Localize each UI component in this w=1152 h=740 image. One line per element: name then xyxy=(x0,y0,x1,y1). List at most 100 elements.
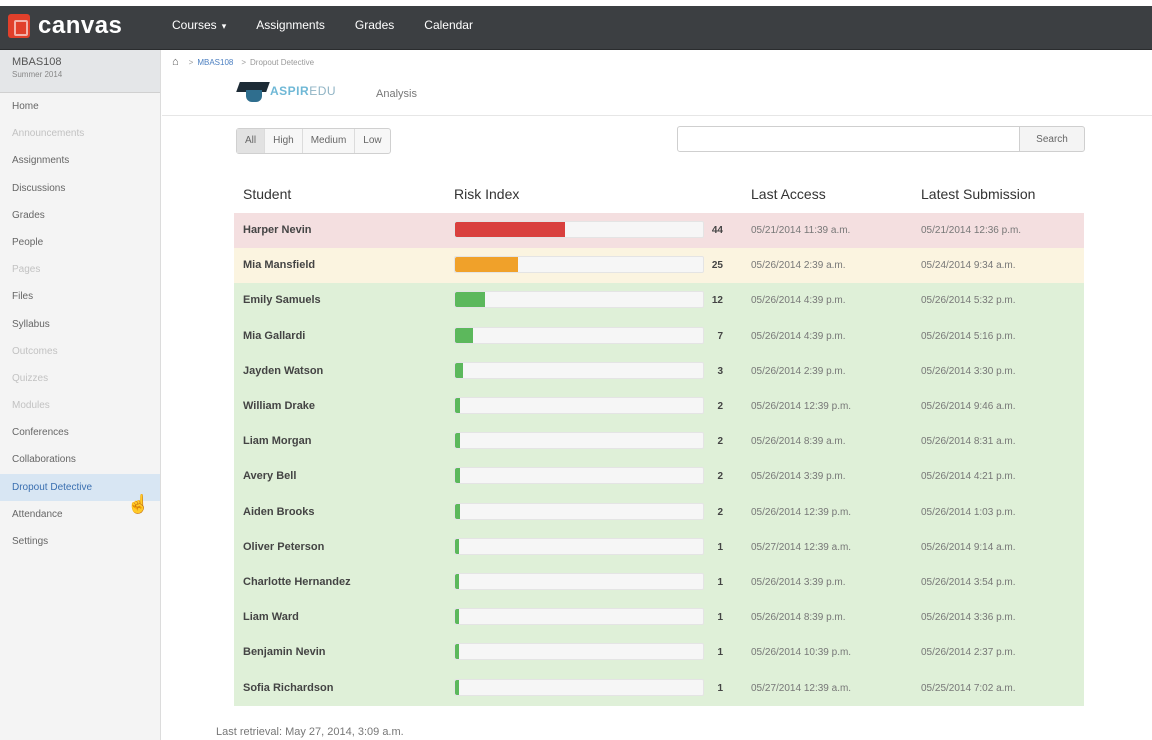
table-row[interactable]: Charlotte Hernandez 1 05/26/2014 3:39 p.m.… xyxy=(234,565,1084,601)
student-name: Mia Mansfield xyxy=(243,259,316,272)
risk-bar xyxy=(454,608,704,626)
column-header-risk-index[interactable]: Risk Index xyxy=(454,186,519,202)
student-name: William Drake xyxy=(243,400,316,412)
nav-courses[interactable]: Courses ▾ xyxy=(172,18,226,32)
risk-bar xyxy=(454,397,704,414)
sidebar-item-collaborations[interactable]: Collaborations xyxy=(0,446,160,473)
breadcrumb-current: Dropout Detective xyxy=(250,57,315,67)
table-row[interactable]: Benjamin Nevin 1 05/26/2014 10:39 p.m. 05/2… xyxy=(234,635,1084,671)
filter-all-button[interactable]: All xyxy=(237,129,266,153)
latest-submission: 05/26/2014 8:31 a.m. xyxy=(921,436,1016,448)
global-nav: Courses ▾ Assignments Grades Calendar xyxy=(172,18,503,32)
risk-bar-fill xyxy=(455,609,459,625)
risk-bar-fill xyxy=(455,503,460,519)
sidebar-item-discussions[interactable]: Discussions xyxy=(0,175,160,202)
risk-score: 7 xyxy=(717,330,723,342)
sidebar-item-syllabus[interactable]: Syllabus xyxy=(0,311,160,338)
sidebar-item-home[interactable]: Home xyxy=(0,93,160,120)
student-name: Oliver Peterson xyxy=(243,540,325,553)
sidebar-item-pages[interactable]: Pages xyxy=(0,256,160,283)
search-input[interactable] xyxy=(677,126,1020,152)
risk-score: 1 xyxy=(717,577,723,588)
risk-bar-fill xyxy=(455,292,485,308)
risk-score: 1 xyxy=(717,612,723,624)
last-access: 05/26/2014 10:39 p.m. xyxy=(751,647,852,659)
last-access: 05/26/2014 8:39 a.m. xyxy=(751,436,846,448)
table-row[interactable]: Mia Gallardi 7 05/26/2014 4:39 p.m. 05/26/2… xyxy=(234,318,1084,354)
column-header-student[interactable]: Student xyxy=(243,186,291,202)
latest-submission: 05/26/2014 9:46 a.m. xyxy=(921,401,1016,412)
risk-bar xyxy=(454,502,704,520)
nav-grades[interactable]: Grades xyxy=(355,18,394,32)
student-name: Liam Morgan xyxy=(243,435,312,448)
table-row[interactable]: Liam Morgan 2 05/26/2014 8:39 a.m. 05/26/20… xyxy=(234,424,1084,460)
sidebar-item-files[interactable]: Files xyxy=(0,283,160,310)
table-row[interactable]: Liam Ward 1 05/26/2014 8:39 p.m. 05/26/2014… xyxy=(234,600,1084,636)
nav-courses-label: Courses xyxy=(172,18,217,32)
table-row[interactable]: Jayden Watson 3 05/26/2014 2:39 p.m. 05/26/… xyxy=(234,353,1084,389)
sidebar-item-quizzes[interactable]: Quizzes xyxy=(0,365,160,392)
filter-high-button[interactable]: High xyxy=(265,129,303,153)
graduation-cap-icon xyxy=(236,78,270,104)
table-row[interactable]: Mia Mansfield 25 05/26/2014 2:39 a.m. 05/24… xyxy=(234,248,1084,284)
table-row[interactable]: Avery Bell 2 05/26/2014 3:39 p.m. 05/26/201… xyxy=(234,459,1084,495)
table-row[interactable]: William Drake 2 05/26/2014 12:39 p.m. 05/26… xyxy=(234,389,1084,425)
latest-submission: 05/26/2014 3:30 p.m. xyxy=(921,365,1016,377)
risk-score: 25 xyxy=(711,260,723,272)
last-access: 05/26/2014 8:39 p.m. xyxy=(751,612,846,624)
filter-medium-button[interactable]: Medium xyxy=(303,129,356,153)
risk-bar-fill xyxy=(455,222,565,237)
sidebar-item-grades[interactable]: Grades xyxy=(0,202,160,229)
sidebar-item-announcements[interactable]: Announcements xyxy=(0,120,160,147)
home-icon[interactable]: ⌂ xyxy=(172,56,179,68)
sidebar-item-people[interactable]: People xyxy=(0,229,160,256)
sidebar-item-outcomes[interactable]: Outcomes xyxy=(0,338,160,365)
breadcrumb-course-link[interactable]: MBAS108 xyxy=(197,58,233,67)
search-button[interactable]: Search xyxy=(1019,126,1085,152)
risk-bar xyxy=(454,291,704,309)
last-access: 05/21/2014 11:39 a.m. xyxy=(751,225,851,236)
student-name: Mia Gallardi xyxy=(243,329,306,342)
student-name: Benjamin Nevin xyxy=(243,646,326,659)
risk-bar-fill xyxy=(455,644,459,660)
sidebar-item-assignments[interactable]: Assignments xyxy=(0,147,160,174)
nav-calendar[interactable]: Calendar xyxy=(424,18,473,32)
latest-submission: 05/24/2014 9:34 a.m. xyxy=(921,260,1016,272)
breadcrumb-separator: > xyxy=(188,57,194,67)
table-row[interactable]: Oliver Peterson 1 05/27/2014 12:39 a.m. 05/… xyxy=(234,529,1084,565)
risk-bar xyxy=(454,573,704,590)
student-name: Harper Nevin xyxy=(243,224,312,236)
student-name: Aiden Brooks xyxy=(243,505,315,518)
course-header[interactable]: MBAS108 Summer 2014 xyxy=(0,50,160,93)
column-header-latest-submission[interactable]: Latest Submission xyxy=(921,186,1035,202)
student-name: Emily Samuels xyxy=(243,294,321,307)
table-row[interactable]: Sofia Richardson 1 05/27/2014 12:39 a.m. 05… xyxy=(234,670,1084,706)
tab-analysis[interactable]: Analysis xyxy=(376,88,417,100)
sidebar-item-conferences[interactable]: Conferences xyxy=(0,419,160,446)
tool-header: ASPIREDU Analysis xyxy=(162,72,1152,116)
student-name: Jayden Watson xyxy=(243,364,324,377)
canvas-logo[interactable]: canvas xyxy=(8,12,122,40)
filter-low-button[interactable]: Low xyxy=(355,129,389,153)
last-access: 05/27/2014 12:39 a.m. xyxy=(751,541,852,553)
latest-submission: 05/26/2014 2:37 p.m. xyxy=(921,647,1016,659)
course-sidebar: MBAS108 Summer 2014 Home Announcements Ass… xyxy=(0,50,161,740)
table-row[interactable]: Emily Samuels 12 05/26/2014 4:39 p.m. 05/26… xyxy=(234,283,1084,319)
risk-filter-group: All High Medium Low xyxy=(236,128,391,154)
sidebar-item-modules[interactable]: Modules xyxy=(0,392,160,419)
table-row[interactable]: Harper Nevin 44 05/21/2014 11:39 a.m. 05/21… xyxy=(234,213,1084,249)
brand-name-rest: EDU xyxy=(309,84,337,98)
risk-bar xyxy=(454,678,704,696)
aspiredu-logo: ASPIREDU xyxy=(236,78,337,104)
breadcrumb-separator: > xyxy=(241,57,247,67)
nav-assignments[interactable]: Assignments xyxy=(256,18,325,32)
student-name: Charlotte Hernandez xyxy=(243,576,351,588)
table-row[interactable]: Aiden Brooks 2 05/26/2014 12:39 p.m. 05/26/… xyxy=(234,494,1084,530)
latest-submission: 05/26/2014 1:03 p.m. xyxy=(921,506,1016,518)
column-header-last-access[interactable]: Last Access xyxy=(751,186,826,202)
risk-bar xyxy=(454,256,704,274)
last-access: 05/26/2014 12:39 p.m. xyxy=(751,401,852,412)
risk-bar xyxy=(454,326,704,344)
sidebar-item-settings[interactable]: Settings xyxy=(0,528,160,555)
browser-top-strip xyxy=(0,0,1152,6)
